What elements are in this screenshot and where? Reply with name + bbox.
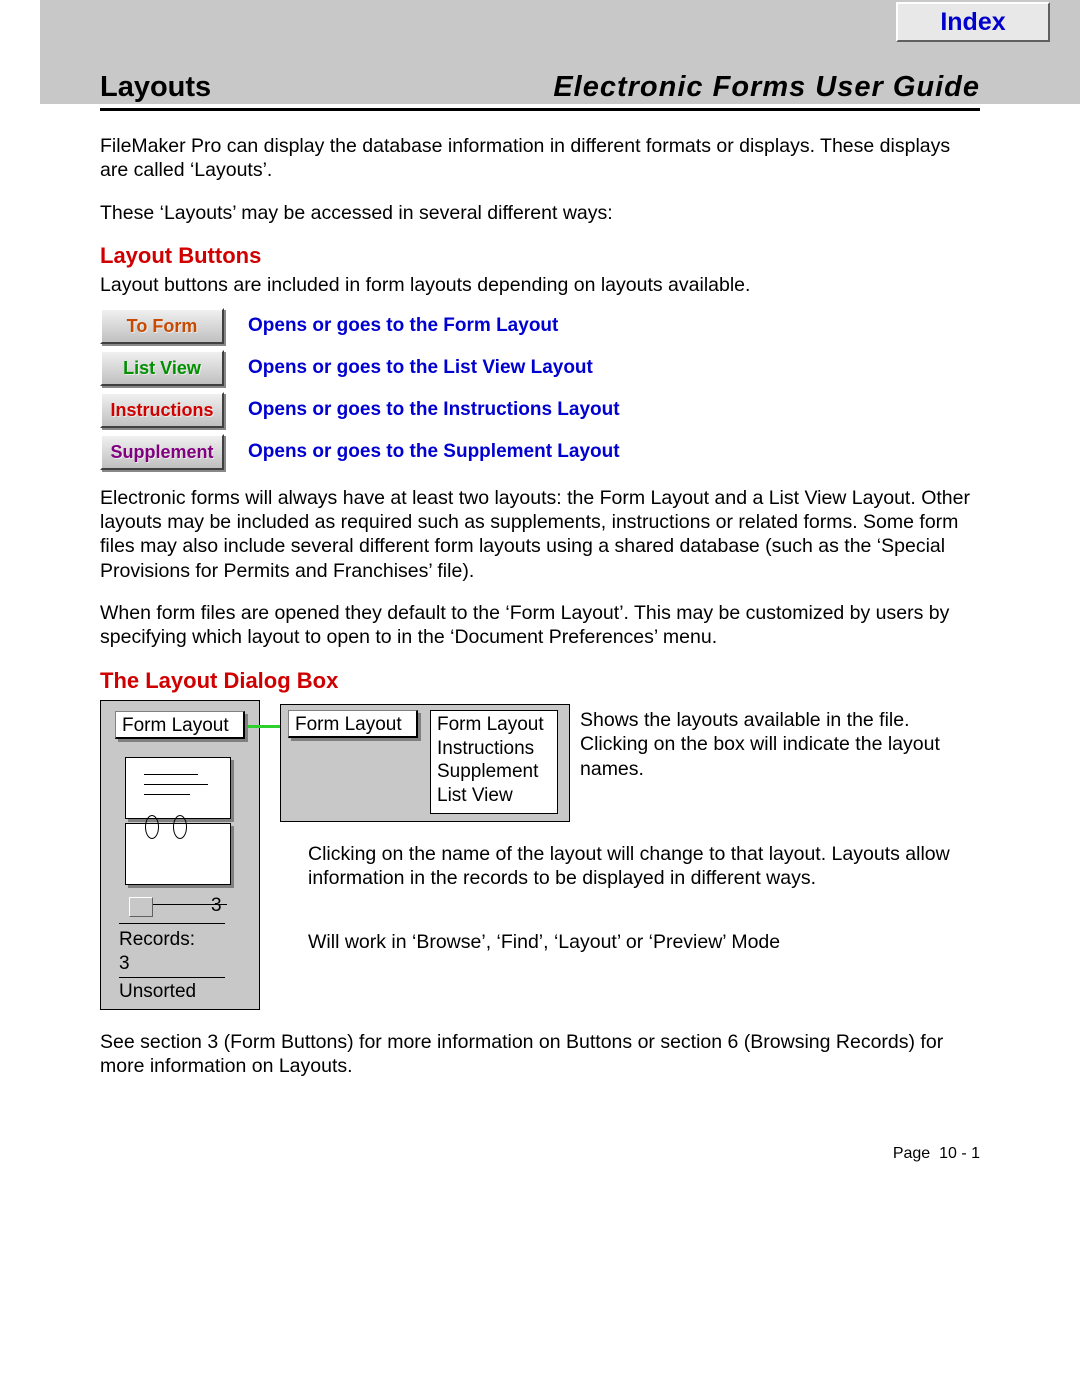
- records-label: Records:: [119, 929, 195, 951]
- layout-option[interactable]: Supplement: [437, 760, 551, 784]
- status-area-panel: Form Layout 3 Records:: [100, 700, 260, 1010]
- sort-state: Unsorted: [119, 981, 196, 1003]
- heading-layout-buttons: Layout Buttons: [100, 243, 980, 269]
- layouts-explanation-1: Electronic forms will always have at lea…: [100, 486, 980, 584]
- layout-popup-selected[interactable]: Form Layout: [115, 711, 245, 739]
- section-title: Layouts: [100, 71, 211, 104]
- list-view-button[interactable]: List View: [100, 350, 224, 386]
- layout-name-list[interactable]: Form Layout Instructions Supplement List…: [430, 710, 558, 814]
- layout-option[interactable]: List View: [437, 784, 551, 808]
- button-row-to-form: To Form Opens or goes to the Form Layout: [100, 308, 980, 344]
- page-footer: Page 10 - 1: [893, 1145, 980, 1163]
- callout-desc-shows: Shows the layouts available in the file.…: [580, 708, 980, 781]
- records-count: 3: [119, 953, 130, 975]
- to-form-desc: Opens or goes to the Form Layout: [248, 315, 558, 337]
- layout-buttons-intro: Layout buttons are included in form layo…: [100, 273, 980, 297]
- page-header: Layouts Electronic Forms User Guide: [100, 62, 980, 111]
- supplement-desc: Opens or goes to the Supplement Layout: [248, 441, 620, 463]
- button-row-list-view: List View Opens or goes to the List View…: [100, 350, 980, 386]
- intro-para-2: These ‘Layouts’ may be accessed in sever…: [100, 201, 980, 225]
- button-row-instructions: Instructions Opens or goes to the Instru…: [100, 392, 980, 428]
- rolodex-ring-icon: [145, 815, 159, 839]
- callout-desc-modes: Will work in ‘Browse’, ‘Find’, ‘Layout’ …: [308, 930, 980, 954]
- heading-layout-dialog: The Layout Dialog Box: [100, 668, 980, 694]
- layout-dialog-illustration: Form Layout 3 Records:: [100, 700, 980, 1020]
- rolodex-ring-icon: [173, 815, 187, 839]
- doc-title: Electronic Forms User Guide: [553, 71, 980, 104]
- supplement-button[interactable]: Supplement: [100, 434, 224, 470]
- layout-option[interactable]: Form Layout: [437, 713, 551, 737]
- layout-popup-expanded[interactable]: Form Layout: [288, 710, 418, 738]
- instructions-desc: Opens or goes to the Instructions Layout: [248, 399, 620, 421]
- callout-desc-clicking: Clicking on the name of the layout will …: [308, 842, 980, 891]
- index-link[interactable]: Index: [896, 2, 1050, 42]
- to-form-button[interactable]: To Form: [100, 308, 224, 344]
- current-record-number: 3: [211, 895, 222, 917]
- layouts-explanation-2: When form files are opened they default …: [100, 601, 980, 650]
- list-view-desc: Opens or goes to the List View Layout: [248, 357, 593, 379]
- button-row-supplement: Supplement Opens or goes to the Suppleme…: [100, 434, 980, 470]
- layout-option[interactable]: Instructions: [437, 737, 551, 761]
- instructions-button[interactable]: Instructions: [100, 392, 224, 428]
- intro-para-1: FileMaker Pro can display the database i…: [100, 134, 980, 183]
- see-also-para: See section 3 (Form Buttons) for more in…: [100, 1030, 980, 1079]
